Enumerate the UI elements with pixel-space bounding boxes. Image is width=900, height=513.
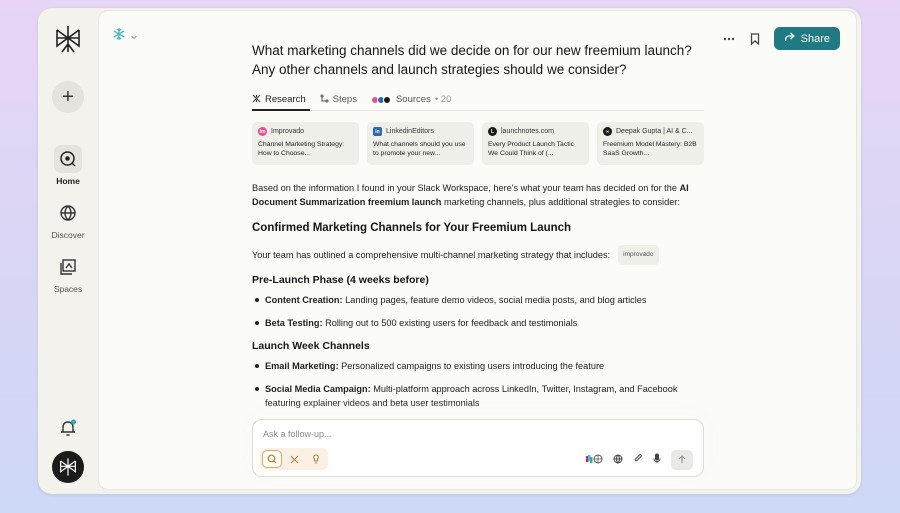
tab-steps[interactable]: Steps	[320, 89, 357, 111]
answer-tabs: Research Steps Sources • 20	[252, 89, 704, 111]
thread-content: What marketing channels did we decide on…	[252, 41, 704, 419]
subsection-heading: Pre-Launch Phase (4 weeks before)	[252, 274, 429, 286]
connected-apps-icon[interactable]	[585, 451, 603, 469]
search-mode-icon[interactable]	[262, 450, 282, 468]
share-icon	[784, 32, 795, 45]
perplexity-logo-icon[interactable]	[54, 24, 82, 54]
prelaunch-list: Content Creation: Landing pages, feature…	[252, 293, 704, 330]
microphone-icon[interactable]	[653, 451, 661, 469]
sidebar-item-label: Home	[56, 176, 80, 186]
source-site: LinkedinEditors	[386, 128, 434, 135]
source-cards: im Improvado Channel Marketing Strategy:…	[252, 122, 704, 165]
spaces-icon	[54, 253, 82, 281]
source-site: Improvado	[271, 128, 305, 135]
subsection-heading: Launch Week Channels	[252, 340, 370, 352]
tab-sources[interactable]: Sources • 20	[370, 89, 452, 111]
launch-list: Email Marketing: Personalized campaigns …	[252, 359, 704, 410]
tab-label: Research	[265, 94, 306, 105]
search-mode-toggle	[260, 448, 328, 470]
space-selector[interactable]	[112, 27, 138, 46]
share-button[interactable]: Share	[773, 27, 840, 50]
bookmark-icon[interactable]	[748, 32, 762, 46]
tab-label: Steps	[332, 94, 357, 105]
infinity-icon: ∞	[603, 127, 612, 136]
sidebar: + Home Discover Spaces	[38, 8, 98, 494]
source-card[interactable]: ∞ Deepak Gupta | AI & C... Freemium Mode…	[597, 122, 704, 165]
app-window: + Home Discover Spaces Share What market…	[38, 8, 861, 494]
chevron-down-icon	[130, 28, 138, 46]
source-site: Deepak Gupta | AI & C...	[616, 128, 693, 135]
follow-up-input[interactable]: Ask a follow-up...	[263, 429, 332, 439]
source-favicons	[370, 95, 391, 104]
more-options-icon[interactable]	[722, 32, 736, 46]
launchnotes-icon: L	[488, 127, 497, 136]
globe-icon	[54, 199, 82, 227]
source-title: Freemium Model Mastery: B2B SaaS Growth.…	[603, 141, 697, 157]
composer-tools	[585, 450, 693, 470]
new-thread-button[interactable]: +	[52, 81, 84, 113]
tab-label: Sources	[395, 94, 431, 105]
answer-paragraph: Your team has outlined a comprehensive m…	[252, 245, 704, 265]
source-card[interactable]: L launchnotes.com Every Product Launch T…	[482, 122, 589, 165]
notification-bell-icon[interactable]	[58, 418, 78, 438]
share-label: Share	[800, 32, 830, 45]
sidebar-item-home[interactable]: Home	[38, 145, 98, 186]
research-icon	[252, 94, 261, 106]
improvado-icon: im	[258, 127, 267, 136]
thread-actions: Share	[722, 27, 840, 50]
citation-badge[interactable]: improvado	[618, 245, 659, 265]
user-avatar[interactable]	[52, 451, 84, 483]
search-circle-icon	[54, 145, 82, 173]
source-card[interactable]: im Improvado Channel Marketing Strategy:…	[252, 122, 359, 165]
tab-research[interactable]: Research	[252, 89, 306, 111]
plus-icon: +	[62, 85, 74, 108]
main-panel: Share What marketing channels did we dec…	[98, 10, 857, 490]
section-heading: Confirmed Marketing Channels for Your Fr…	[252, 222, 572, 234]
list-item: Beta Testing: Rolling out to 500 existin…	[252, 316, 704, 330]
sources-count: • 20	[434, 94, 452, 105]
send-button[interactable]	[671, 450, 693, 470]
labs-mode-icon[interactable]	[306, 450, 326, 468]
list-item: Content Creation: Landing pages, feature…	[252, 293, 704, 307]
list-item: Email Marketing: Personalized campaigns …	[252, 359, 704, 373]
list-item: Social Media Campaign: Multi-platform ap…	[252, 382, 704, 410]
answer-body: Based on the information I found in your…	[252, 181, 704, 410]
snowflake-icon	[112, 27, 126, 46]
linkedin-icon: in	[373, 127, 382, 136]
research-mode-icon[interactable]	[284, 450, 304, 468]
steps-icon	[320, 94, 329, 106]
sidebar-item-spaces[interactable]: Spaces	[38, 253, 98, 294]
sidebar-item-label: Discover	[51, 230, 85, 240]
sidebar-item-label: Spaces	[53, 284, 83, 294]
arrow-up-icon	[678, 451, 686, 469]
globe-icon[interactable]	[613, 451, 623, 469]
follow-up-composer: Ask a follow-up...	[252, 419, 704, 477]
paperclip-icon[interactable]	[633, 451, 643, 469]
answer-intro: Based on the information I found in your…	[252, 183, 689, 207]
source-title: What channels should you use to promote …	[373, 141, 466, 157]
thread-question: What marketing channels did we decide on…	[252, 43, 692, 77]
source-card[interactable]: in LinkedinEditors What channels should …	[367, 122, 474, 165]
source-title: Channel Marketing Strategy: How to Choos…	[258, 141, 345, 157]
source-site: launchnotes.com	[501, 128, 554, 135]
source-title: Every Product Launch Tactic We Could Thi…	[488, 141, 575, 157]
sidebar-item-discover[interactable]: Discover	[38, 199, 98, 240]
